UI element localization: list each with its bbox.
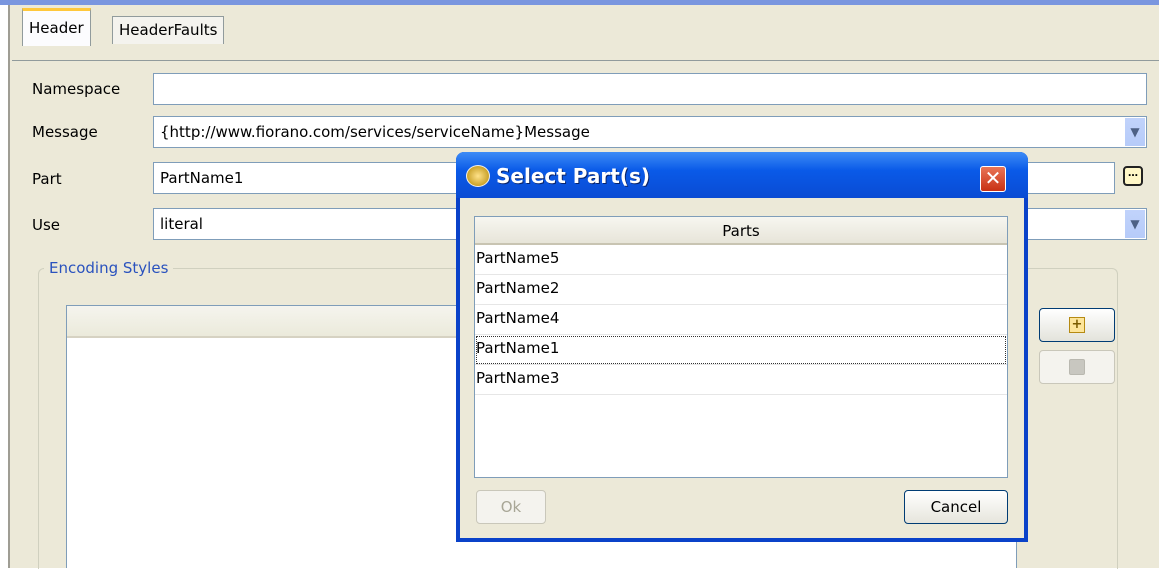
message-label: Message	[32, 123, 98, 141]
list-item[interactable]: PartName2	[475, 275, 1007, 305]
dialog-titlebar[interactable]: Select Part(s) ✕	[456, 152, 1028, 198]
app-icon	[466, 165, 490, 187]
cancel-button[interactable]: Cancel	[904, 490, 1008, 524]
add-encoding-button[interactable]: +	[1039, 308, 1115, 342]
parts-column-header[interactable]: Parts	[475, 217, 1007, 245]
chevron-down-icon[interactable]: ▼	[1124, 118, 1145, 146]
ok-button[interactable]: Ok	[476, 490, 546, 524]
panel-left-border	[8, 5, 10, 568]
message-combo[interactable]: {http://www.fiorano.com/services/service…	[153, 116, 1147, 148]
message-value: {http://www.fiorano.com/services/service…	[160, 123, 590, 141]
ellipsis-icon[interactable]: …	[1123, 166, 1143, 186]
select-parts-dialog: Select Part(s) ✕ Parts PartName5 PartNam…	[456, 152, 1028, 542]
tab-divider	[12, 60, 1159, 61]
list-item[interactable]: PartName5	[475, 245, 1007, 275]
use-label: Use	[32, 216, 61, 234]
encoding-styles-title: Encoding Styles	[44, 259, 174, 277]
plus-icon: +	[1069, 317, 1085, 333]
dialog-title: Select Part(s)	[496, 164, 650, 188]
chevron-down-icon[interactable]: ▼	[1124, 210, 1145, 238]
parts-table[interactable]: Parts PartName5 PartName2 PartName4 Part…	[474, 216, 1008, 478]
list-item[interactable]: PartName1	[475, 335, 1007, 365]
part-label: Part	[32, 170, 62, 188]
list-item[interactable]: PartName4	[475, 305, 1007, 335]
dialog-body: Parts PartName5 PartName2 PartName4 Part…	[460, 198, 1024, 538]
tab-header[interactable]: Header	[22, 8, 91, 46]
namespace-input[interactable]	[153, 73, 1147, 105]
use-value: literal	[160, 215, 203, 233]
list-item[interactable]: PartName3	[475, 365, 1007, 395]
minus-icon	[1069, 359, 1085, 375]
namespace-label: Namespace	[32, 80, 121, 98]
tab-headerfaults[interactable]: HeaderFaults	[112, 16, 225, 44]
close-icon[interactable]: ✕	[980, 166, 1006, 192]
remove-encoding-button[interactable]	[1039, 350, 1115, 384]
